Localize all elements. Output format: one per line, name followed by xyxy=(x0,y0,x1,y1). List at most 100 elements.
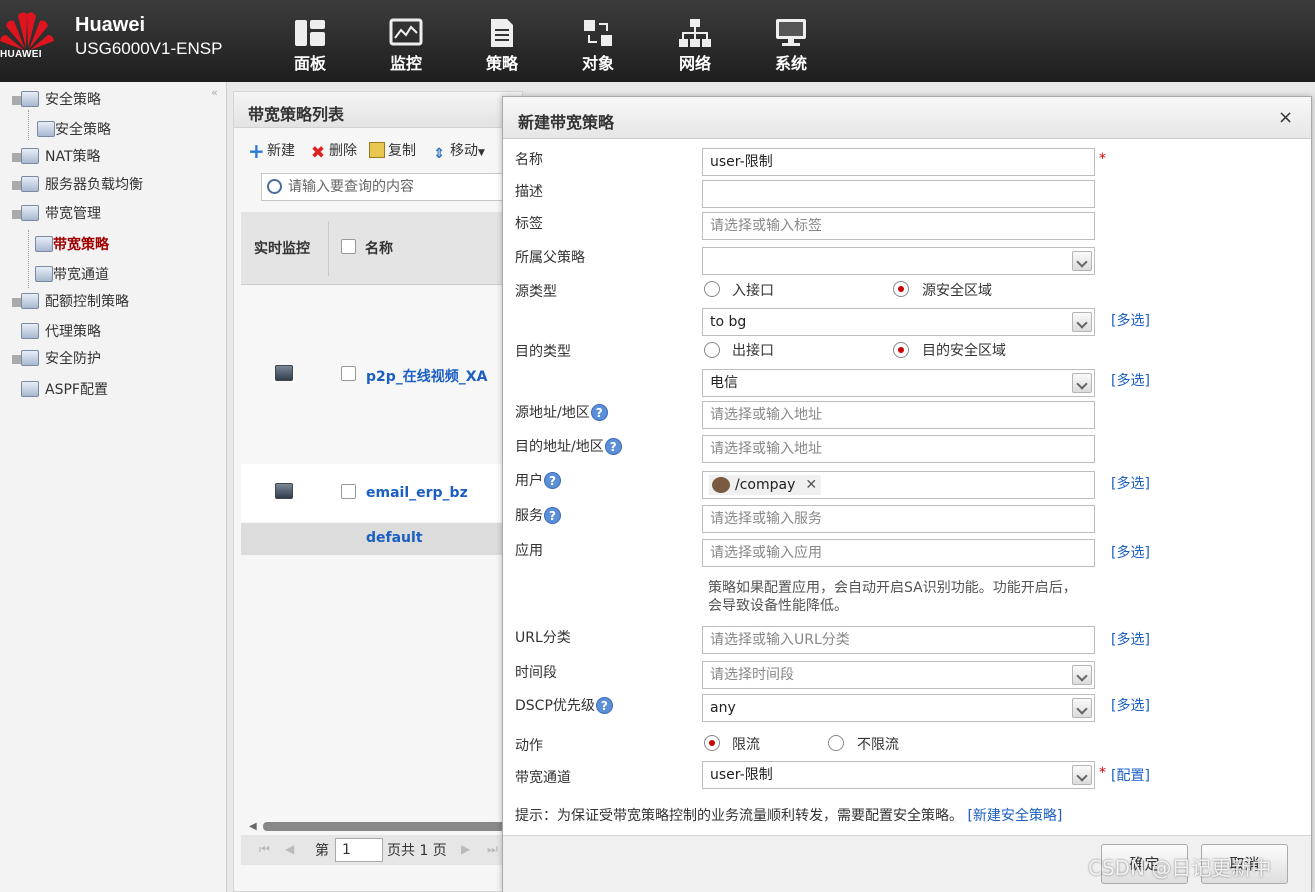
dest-zone-multi-select-link[interactable]: [多选] xyxy=(1111,370,1150,390)
description-field[interactable] xyxy=(702,180,1095,208)
sidebar-item-label: ASPF配置 xyxy=(45,382,108,398)
action-no-limit-radio[interactable] xyxy=(828,735,844,751)
dest-zone-radio[interactable] xyxy=(893,342,909,358)
source-interface-radio[interactable] xyxy=(704,281,720,297)
sidebar-item-proxy-policy[interactable]: 代理策略 xyxy=(21,320,101,344)
scroll-left-icon[interactable]: ◀ xyxy=(249,821,257,832)
action-limit-radio[interactable] xyxy=(704,735,720,751)
sidebar-item-bandwidth-policy[interactable]: 带宽策略 xyxy=(35,233,109,257)
close-icon[interactable]: × xyxy=(1278,107,1293,128)
expand-icon[interactable] xyxy=(12,210,21,219)
policy-name-link[interactable]: p2p_在线视频_XA xyxy=(366,366,487,386)
help-icon[interactable]: ? xyxy=(590,404,608,421)
url-category-field[interactable]: 请选择或输入URL分类 xyxy=(702,626,1095,654)
next-page-icon[interactable]: ▶ xyxy=(461,842,470,856)
sidebar-item-nat-policy[interactable]: NAT策略 xyxy=(12,145,101,169)
page-number-input[interactable]: 1 xyxy=(335,838,383,862)
help-icon[interactable]: ? xyxy=(544,472,561,489)
nav-monitor[interactable]: 监控 xyxy=(376,18,436,74)
action-label: 动作 xyxy=(515,738,543,754)
dest-interface-radio[interactable] xyxy=(704,342,720,358)
sidebar-item-aspf-config[interactable]: ASPF配置 xyxy=(21,378,108,402)
nav-object[interactable]: 对象 xyxy=(568,18,628,74)
horizontal-scrollbar[interactable]: ◀ xyxy=(245,821,524,833)
last-page-icon[interactable]: ⏭ xyxy=(487,842,498,857)
dscp-select[interactable]: any xyxy=(702,694,1095,722)
chevron-down-icon[interactable] xyxy=(1072,312,1092,332)
application-field[interactable]: 请选择或输入应用 xyxy=(702,539,1095,567)
policy-name-link[interactable]: default xyxy=(366,530,423,546)
delete-button[interactable]: ✖ 删除 xyxy=(310,140,357,162)
source-address-field[interactable]: 请选择或输入地址 xyxy=(702,401,1095,429)
table-row[interactable]: email_erp_bz xyxy=(241,464,524,522)
chevron-down-icon[interactable] xyxy=(1072,765,1092,785)
expand-icon[interactable] xyxy=(12,355,21,364)
dest-address-label: 目的地址/地区? xyxy=(515,436,622,456)
application-multi-select-link[interactable]: [多选] xyxy=(1111,542,1150,562)
help-icon[interactable]: ? xyxy=(604,438,622,455)
nav-network[interactable]: 网络 xyxy=(665,18,725,74)
dest-zone-select[interactable]: 电信 xyxy=(702,369,1095,397)
nav-policy[interactable]: 策略 xyxy=(472,18,532,74)
chevron-down-icon[interactable] xyxy=(1072,373,1092,393)
sidebar-item-quota-control-policy[interactable]: 配额控制策略 xyxy=(12,290,129,314)
logo-text: HUAWEI xyxy=(0,49,42,60)
brand: Huawei USG6000V1-ENSP xyxy=(75,14,222,59)
sidebar-item-bandwidth-management[interactable]: 带宽管理 xyxy=(12,202,101,226)
dialog-title: 新建带宽策略 xyxy=(518,113,615,132)
nav-dashboard[interactable]: 面板 xyxy=(280,18,340,74)
nav-system[interactable]: 系统 xyxy=(761,18,821,74)
configure-channel-link[interactable]: [配置] xyxy=(1111,765,1150,785)
scrollbar-thumb[interactable] xyxy=(263,822,524,831)
service-field[interactable]: 请选择或输入服务 xyxy=(702,505,1095,533)
sidebar-item-security-policy[interactable]: 安全策略 xyxy=(37,118,111,142)
bandwidth-channel-label: 带宽通道 xyxy=(515,770,571,786)
expand-icon[interactable] xyxy=(12,298,21,307)
row-checkbox[interactable] xyxy=(341,484,356,499)
sidebar-item-bandwidth-channel[interactable]: 带宽通道 xyxy=(35,263,109,287)
first-page-icon[interactable]: ⏮ xyxy=(259,842,270,857)
table-row[interactable]: default xyxy=(241,523,524,555)
parent-policy-select[interactable] xyxy=(702,247,1095,275)
policy-name-link[interactable]: email_erp_bz xyxy=(366,485,468,501)
nav-label: 对象 xyxy=(581,54,614,73)
user-multi-select-link[interactable]: [多选] xyxy=(1111,473,1150,493)
collapse-sidebar-button[interactable]: « xyxy=(211,86,218,99)
source-zone-select[interactable]: to bg xyxy=(702,308,1095,336)
source-interface-label: 入接口 xyxy=(732,283,774,299)
new-security-policy-link[interactable]: [新建安全策略] xyxy=(967,808,1062,824)
tag-field[interactable]: 请选择或输入标签 xyxy=(702,212,1095,240)
url-category-multi-select-link[interactable]: [多选] xyxy=(1111,629,1150,649)
monitor-icon[interactable] xyxy=(275,365,293,381)
monitor-icon[interactable] xyxy=(275,483,293,499)
expand-icon[interactable] xyxy=(12,181,21,190)
select-all-checkbox[interactable] xyxy=(341,239,356,254)
bandwidth-channel-select[interactable]: user-限制 xyxy=(702,761,1095,789)
prev-page-icon[interactable]: ◀ xyxy=(285,842,294,856)
chevron-down-icon[interactable] xyxy=(1072,698,1092,718)
search-input[interactable]: 请输入要查询的内容 xyxy=(261,173,524,201)
user-field[interactable]: /compay ✕ xyxy=(702,471,1095,499)
dest-address-field[interactable]: 请选择或输入地址 xyxy=(702,435,1095,463)
expand-icon[interactable] xyxy=(12,153,21,162)
sidebar-item-security-protection[interactable]: 安全防护 xyxy=(12,347,101,371)
help-icon[interactable]: ? xyxy=(544,507,561,524)
chevron-down-icon[interactable] xyxy=(1072,251,1092,271)
name-field[interactable]: user-限制 xyxy=(702,148,1095,176)
copy-button[interactable]: 复制 xyxy=(369,140,416,160)
dscp-multi-select-link[interactable]: [多选] xyxy=(1111,695,1150,715)
sidebar-item-server-load-balancing[interactable]: 服务器负载均衡 xyxy=(12,173,143,197)
row-checkbox[interactable] xyxy=(341,366,356,381)
column-header-monitor: 实时监控 xyxy=(254,241,310,257)
expand-icon[interactable] xyxy=(12,96,21,105)
source-zone-multi-select-link[interactable]: [多选] xyxy=(1111,310,1150,330)
new-button[interactable]: + 新建 xyxy=(248,140,295,161)
sidebar-item-security-policy-group[interactable]: 安全策略 xyxy=(12,88,101,112)
chevron-down-icon[interactable] xyxy=(1072,665,1092,685)
table-row[interactable]: p2p_在线视频_XA xyxy=(241,286,524,463)
move-button[interactable]: ⇕ 移动▼ xyxy=(431,140,485,162)
time-range-select[interactable]: 请选择时间段 xyxy=(702,661,1095,689)
source-zone-radio[interactable] xyxy=(893,281,909,297)
remove-tag-icon[interactable]: ✕ xyxy=(805,477,817,493)
help-icon[interactable]: ? xyxy=(595,697,613,714)
